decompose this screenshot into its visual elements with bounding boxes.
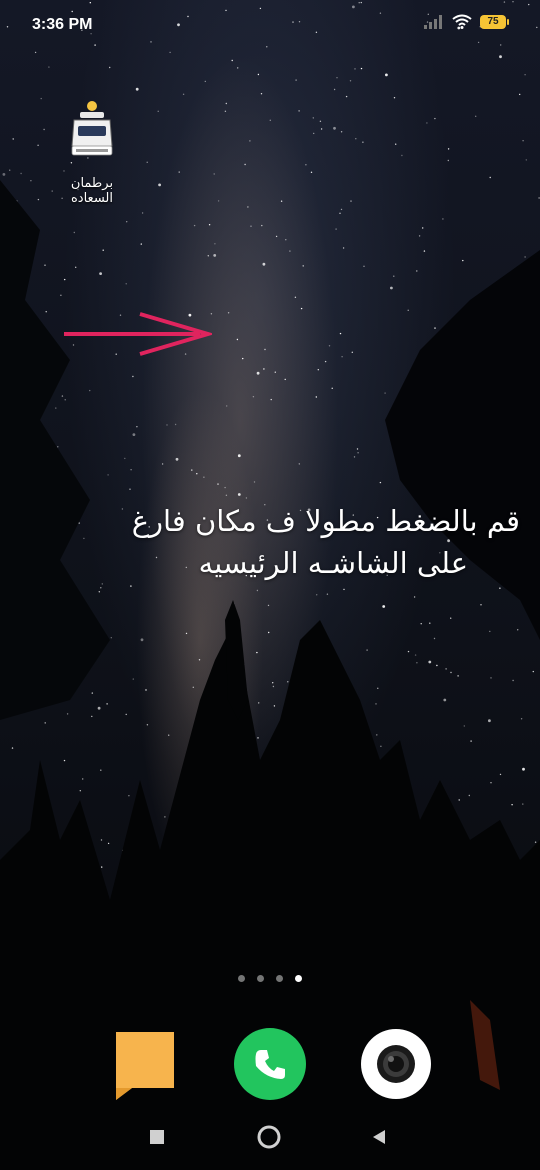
app-shortcut[interactable]: برطمان السعاده — [48, 98, 136, 206]
messages-app[interactable] — [108, 1028, 180, 1100]
back-icon — [373, 1130, 385, 1144]
messages-icon — [116, 1032, 174, 1100]
phone-app[interactable] — [234, 1028, 306, 1100]
page-dot-active[interactable] — [295, 975, 302, 982]
battery-icon: 75 — [480, 14, 509, 29]
recents-icon — [150, 1130, 164, 1144]
page-dot[interactable] — [276, 975, 283, 982]
status-icons: 75 — [424, 14, 509, 29]
camera-app[interactable] — [360, 1028, 432, 1100]
status-bar: 3:36 PM 75 — [0, 0, 540, 52]
home-icon — [257, 1125, 281, 1149]
app-label: برطمان السعاده — [70, 176, 114, 206]
page-dot[interactable] — [238, 975, 245, 982]
back-button[interactable] — [366, 1124, 392, 1150]
home-button[interactable] — [256, 1124, 282, 1150]
arrow-icon — [64, 312, 212, 356]
wifi-icon — [452, 14, 472, 29]
recents-button[interactable] — [144, 1124, 170, 1150]
phone-icon — [234, 1028, 306, 1100]
app-logo-icon — [71, 101, 113, 156]
instruction-line-1: قم بالضغط مطولا ف مكان فارغ — [131, 504, 520, 538]
instruction-line-2: على الشاشـه الرئيسيه — [198, 546, 468, 580]
status-time: 3:36 PM — [32, 16, 93, 33]
dock — [0, 1028, 540, 1100]
page-indicator — [0, 975, 540, 982]
navigation-bar — [0, 1120, 540, 1154]
signal-icon — [424, 14, 442, 29]
camera-icon — [361, 1029, 431, 1099]
page-dot[interactable] — [257, 975, 264, 982]
